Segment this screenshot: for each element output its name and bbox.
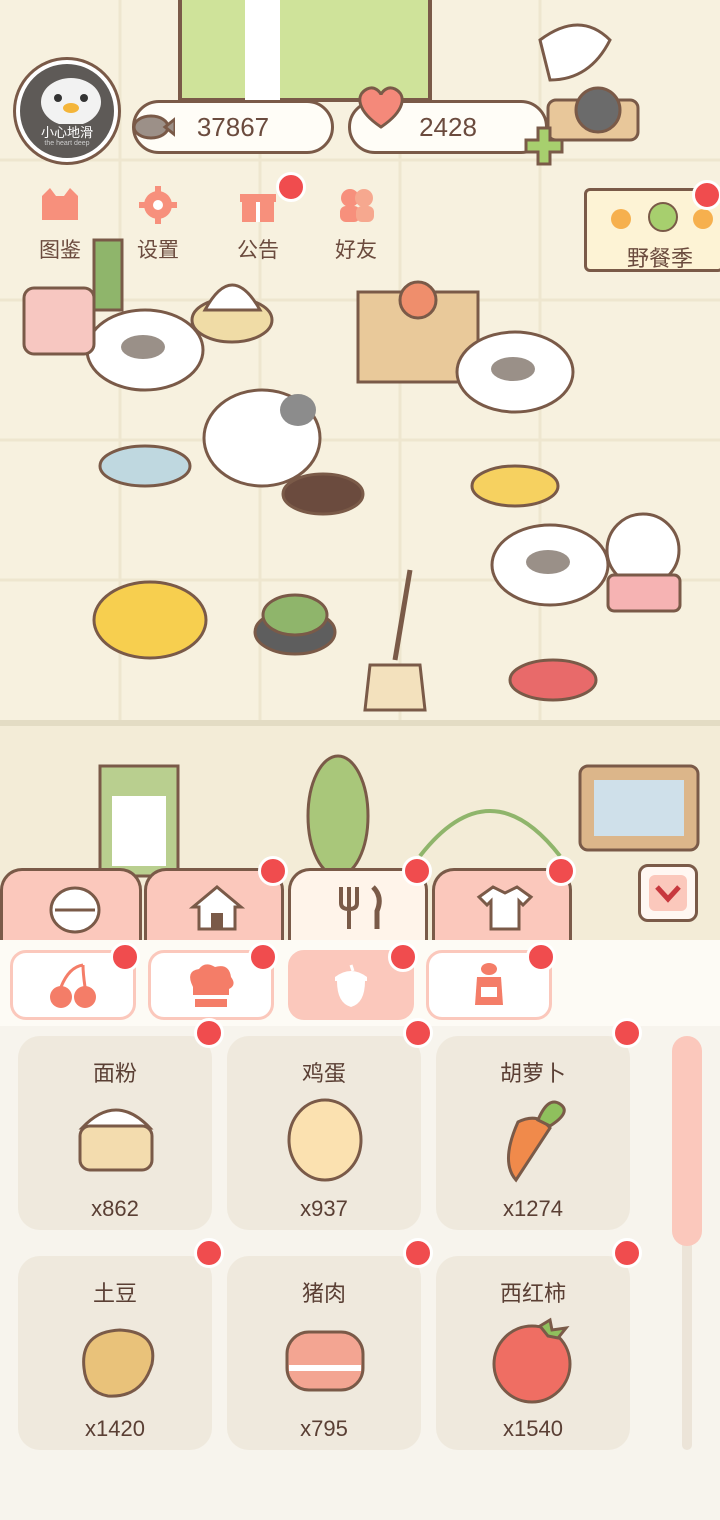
shirt-icon [476, 885, 534, 931]
notice-badge [276, 172, 306, 202]
menu-friends-button[interactable]: 好友 [326, 186, 386, 264]
avatar-subcaption: the heart deep [44, 140, 90, 147]
menu-friends-label: 好友 [335, 239, 377, 262]
tab-food-badge [402, 856, 432, 886]
event-label: 野餐季 [627, 246, 694, 271]
item-qty: x1540 [503, 1416, 563, 1441]
item-qty: x1420 [85, 1416, 145, 1441]
face-icon [49, 886, 101, 934]
gift-icon [240, 194, 276, 222]
tab-clothing-badge [546, 856, 576, 886]
heart-currency: 2428 [348, 86, 564, 166]
item-qty: x937 [300, 1196, 348, 1221]
item-qty: x862 [91, 1196, 139, 1221]
item-egg-badge [403, 1018, 433, 1048]
chef-hat-icon [190, 964, 234, 1007]
item-name: 猪肉 [301, 1281, 346, 1306]
item-name: 西红柿 [499, 1281, 566, 1306]
menu-settings-label: 设置 [137, 239, 179, 262]
item-name: 面粉 [92, 1061, 137, 1086]
fish-count: 37867 [196, 111, 270, 142]
item-tomato-badge [612, 1238, 642, 1268]
item-card-tomato[interactable]: 西红柿 x1540 [436, 1256, 630, 1450]
collapse-panel-button[interactable] [638, 864, 698, 922]
item-card-egg[interactable]: 鸡蛋 x937 [227, 1036, 421, 1230]
egg-icon [287, 1098, 363, 1182]
fish-currency: 37867 [132, 100, 334, 154]
subtab-dishes-badge [248, 942, 278, 972]
item-name: 胡萝卜 [499, 1061, 566, 1086]
flour-icon [78, 1108, 154, 1172]
house-icon [188, 885, 246, 931]
heart-icon [358, 86, 404, 129]
fork-knife-icon [339, 885, 382, 929]
item-potato-badge [194, 1238, 224, 1268]
tomato-icon [492, 1317, 572, 1404]
ingredient-grid: 面粉 x862 鸡蛋 x937 胡萝卜 x1274 土豆 x1420 猪肉 x7… [0, 1018, 720, 1520]
item-name: 鸡蛋 [301, 1061, 346, 1086]
item-qty: x795 [300, 1416, 348, 1441]
gear-icon [139, 186, 177, 224]
player-avatar[interactable]: 小心地滑 the heart deep [16, 60, 118, 162]
heart-count: 2428 [419, 111, 477, 142]
pork-icon [285, 1330, 365, 1392]
item-pork-badge [403, 1238, 433, 1268]
potato-icon [82, 1328, 155, 1398]
tab-furniture-badge [258, 856, 288, 886]
item-carrot-badge [612, 1018, 642, 1048]
salt-shaker-icon [475, 963, 503, 1005]
tab-expressions[interactable] [0, 868, 142, 940]
menu-notice-button[interactable]: 公告 [228, 186, 288, 264]
carrot-icon [506, 1100, 566, 1183]
menu-collection-button[interactable]: 图鉴 [30, 186, 90, 264]
cat-book-icon [42, 188, 78, 220]
chevron-down-icon [649, 875, 687, 911]
menu-notice-label: 公告 [237, 239, 279, 262]
cherry-icon [50, 963, 96, 1008]
item-card-potato[interactable]: 土豆 x1420 [18, 1256, 212, 1450]
event-badge [692, 180, 720, 210]
item-qty: x1274 [503, 1196, 563, 1221]
subtab-fruit-badge [110, 942, 140, 972]
item-card-flour[interactable]: 面粉 x862 [18, 1036, 212, 1230]
menu-settings-button[interactable]: 设置 [128, 186, 188, 264]
item-card-carrot[interactable]: 胡萝卜 x1274 [436, 1036, 630, 1230]
subtab-ingredients-badge [388, 942, 418, 972]
avatar-caption: 小心地滑 [40, 125, 93, 140]
item-name: 土豆 [92, 1281, 137, 1306]
acorn-icon [335, 964, 367, 1007]
menu-collection-label: 图鉴 [39, 239, 81, 262]
scrollbar-thumb[interactable] [672, 1036, 702, 1246]
add-currency-button[interactable] [523, 125, 565, 167]
friends-icon [340, 189, 374, 222]
item-card-pork[interactable]: 猪肉 x795 [227, 1256, 421, 1450]
item-flour-badge [194, 1018, 224, 1048]
subtab-seasoning-badge [526, 942, 556, 972]
fish-icon [132, 114, 175, 140]
